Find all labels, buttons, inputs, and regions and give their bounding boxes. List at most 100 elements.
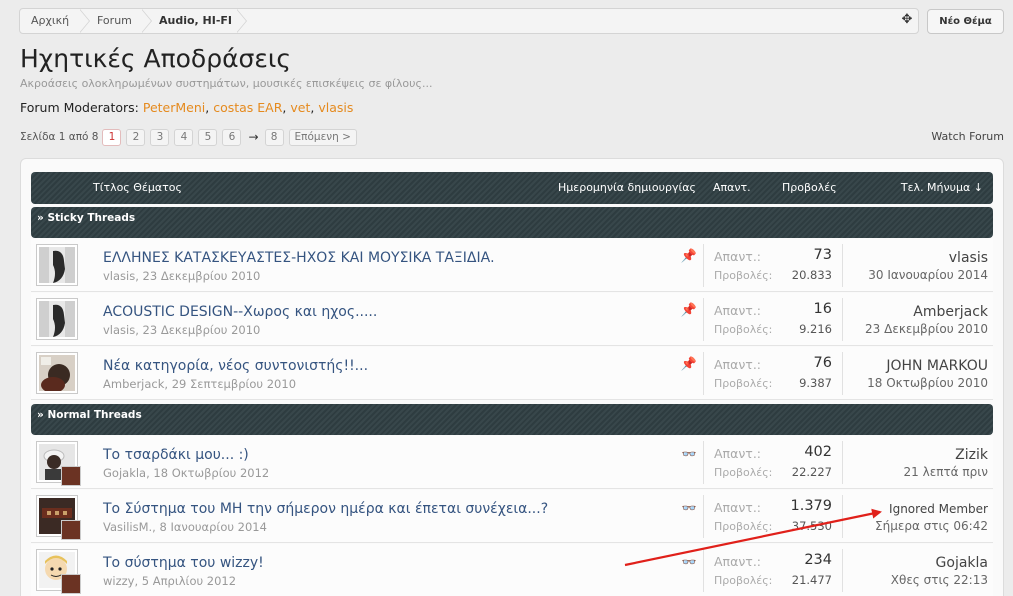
thread-date: 23 Δεκεμβρίου 2010 [142,323,261,337]
last-post-user[interactable]: Gojakla [936,555,988,571]
glasses-icon: 👓 [681,555,697,569]
thread-author[interactable]: wizzy [103,574,134,588]
breadcrumb-separator [141,9,154,33]
replies-label: Απαντ.: [714,357,762,372]
thread-author[interactable]: VasilisM. [103,520,152,534]
replies-count: 16 [813,301,832,317]
breadcrumb-home[interactable]: Αρχική [31,9,69,33]
thread-stats: Απαντ.: 76 Προβολές: 9.387 [703,352,843,395]
header-title[interactable]: Τίτλος Θέματος [93,172,182,204]
last-post-date[interactable]: Σήμερα στις 06:42 [875,519,988,533]
views-label: Προβολές: [714,520,773,533]
pagination: Σελίδα 1 από 8 1 2 3 4 5 6 → 8 Επόμενη > [20,128,362,146]
thread-title[interactable]: Το τσαρδάκι μου... :) [103,447,249,463]
thread-row: ΕΛΛΗΝΕΣ ΚΑΤΑΣΚΕΥΑΣΤΕΣ-ΗΧΟΣ ΚΑΙ ΜΟΥΣΙΚΑ Τ… [31,239,993,292]
replies-count: 76 [813,355,832,371]
section-sticky-threads: » Sticky Threads [31,207,993,238]
page-title: Ηχητικές Αποδράσεις [20,44,292,73]
last-post-user[interactable]: Amberjack [913,304,988,320]
thread-title[interactable]: Νέα κατηγορία, νέος συντονιστής!!... [103,358,368,374]
glasses-icon: 👓 [681,447,697,461]
thread-author[interactable]: vlasis [103,323,135,337]
views-count: 22.227 [791,465,832,479]
replies-label: Απαντ.: [714,554,762,569]
views-label: Προβολές: [714,377,773,390]
watch-forum-link[interactable]: Watch Forum [931,130,1004,143]
moderator-link[interactable]: vet [290,100,310,115]
last-post-user[interactable]: vlasis [949,250,988,266]
moderator-link[interactable]: vlasis [318,100,353,115]
breadcrumb-separator [236,9,249,33]
avatar[interactable] [36,549,81,594]
thread-title[interactable]: Το Σύστημα του ΜΗ την σήμερον ημέρα και … [103,501,548,517]
moderator-link[interactable]: costas EAR [213,100,282,115]
thread-stats: Απαντ.: 73 Προβολές: 20.833 [703,244,843,287]
views-label: Προβολές: [714,574,773,587]
views-count: 9.387 [799,376,832,390]
last-post-user[interactable]: Ignored Member [889,502,988,516]
last-post-date[interactable]: 18 Οκτωβρίου 2010 [867,376,988,390]
avatar[interactable] [36,244,78,286]
avatar[interactable] [36,495,81,540]
last-post-date[interactable]: 21 λεπτά πριν [904,465,988,479]
page-link[interactable]: 5 [198,128,218,146]
breadcrumb-current[interactable]: Audio, HI-FI [159,9,232,33]
avatar[interactable] [36,298,78,340]
avatar-badge [61,520,81,540]
header-last-post[interactable]: Τελ. Μήνυμα ↓ [901,172,983,204]
thread-row: Νέα κατηγορία, νέος συντονιστής!!... Amb… [31,347,993,400]
thread-author[interactable]: Amberjack [103,377,164,391]
thread-title[interactable]: ΕΛΛΗΝΕΣ ΚΑΤΑΣΚΕΥΑΣΤΕΣ-ΗΧΟΣ ΚΑΙ ΜΟΥΣΙΚΑ Τ… [103,250,495,266]
page-link-last[interactable]: 8 [264,128,284,146]
thread-date: 18 Οκτωβρίου 2012 [153,466,270,480]
moderator-link[interactable]: PeterMeni [143,100,205,115]
avatar[interactable] [36,441,81,486]
next-page-button[interactable]: Επόμενη > [288,128,357,146]
last-post-date[interactable]: 23 Δεκεμβρίου 2010 [865,322,988,336]
page-link[interactable]: 4 [174,128,194,146]
thread-author[interactable]: Gojakla [103,466,146,480]
page-jump-arrow[interactable]: → [248,130,258,144]
replies-count: 402 [804,444,832,460]
views-label: Προβολές: [714,269,773,282]
last-post-date[interactable]: Χθες στις 22:13 [891,573,988,587]
breadcrumb-separator [79,9,92,33]
header-date[interactable]: Ημερομηνία δημιουργίας [558,172,696,204]
thread-author[interactable]: vlasis [103,269,135,283]
moderators-label: Forum Moderators: [20,100,139,115]
page-link[interactable]: 3 [150,128,170,146]
replies-count: 234 [804,552,832,568]
move-icon[interactable]: ✥ [900,13,914,27]
avatar-badge [61,466,81,486]
replies-label: Απαντ.: [714,500,762,515]
breadcrumb-forum[interactable]: Forum [97,9,132,33]
thread-row: ACOUSTIC DESIGN--Χωρος και ηχος..... vla… [31,293,993,346]
section-normal-threads: » Normal Threads [31,404,993,435]
thread-meta: wizzy, 5 Απριλίου 2012 [103,574,237,588]
thread-date: 29 Σεπτεμβρίου 2010 [171,377,297,391]
last-post-user[interactable]: Zizik [955,447,988,463]
views-count: 21.477 [791,573,832,587]
thread-title[interactable]: ACOUSTIC DESIGN--Χωρος και ηχος..... [103,304,377,320]
page-link-current[interactable]: 1 [102,128,122,146]
forum-moderators: Forum Moderators: PeterMeni, costas EAR,… [20,100,354,115]
last-post-user[interactable]: JOHN MARKOU [886,358,988,374]
thread-row: Το σύστημα του wizzy! wizzy, 5 Απριλίου … [31,544,993,596]
thread-meta: vlasis, 23 Δεκεμβρίου 2010 [103,269,261,283]
thread-title[interactable]: Το σύστημα του wizzy! [103,555,264,571]
replies-label: Απαντ.: [714,303,762,318]
replies-label: Απαντ.: [714,446,762,461]
page-subtitle: Ακροάσεις ολοκληρωμένων συστημάτων, μουσ… [20,77,433,90]
header-replies[interactable]: Απαντ. [713,172,751,204]
replies-count: 73 [813,247,832,263]
views-label: Προβολές: [714,323,773,336]
glasses-icon: 👓 [681,501,697,515]
last-post-date[interactable]: 30 Ιανουαρίου 2014 [868,268,988,282]
new-thread-button[interactable]: Νέο Θέμα [927,9,1004,34]
header-views[interactable]: Προβολές [782,172,837,204]
page-link[interactable]: 2 [126,128,146,146]
thread-meta: vlasis, 23 Δεκεμβρίου 2010 [103,323,261,337]
replies-count: 1.379 [790,498,832,514]
page-link[interactable]: 6 [222,128,242,146]
avatar[interactable] [36,352,78,394]
